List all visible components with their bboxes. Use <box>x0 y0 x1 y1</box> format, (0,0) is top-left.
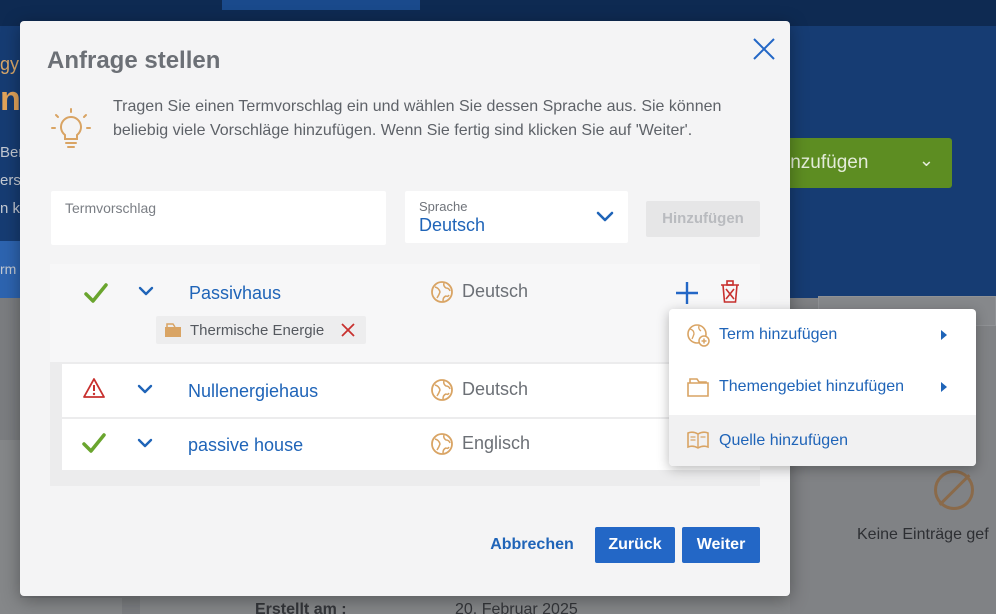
term-list: Passivhaus Deutsch Thermische Energie Nu… <box>50 264 760 486</box>
chevron-down-icon[interactable] <box>138 286 154 298</box>
globe-icon <box>431 379 453 401</box>
term-row: Passivhaus Deutsch Thermische Energie <box>50 264 760 362</box>
dialog-hint-text: Tragen Sie einen Termvorschlag ein und w… <box>113 98 722 139</box>
check-icon <box>82 433 106 453</box>
no-entries-icon <box>934 470 974 510</box>
lightbulb-icon <box>51 108 91 148</box>
folder-icon <box>165 323 181 337</box>
background-created-value: 20. Februar 2025 <box>455 601 578 614</box>
menu-item-label: Term hinzufügen <box>719 326 838 343</box>
language-select[interactable]: Sprache Deutsch <box>405 191 628 243</box>
term-name[interactable]: passive house <box>188 435 303 456</box>
caret-right-icon <box>941 382 947 392</box>
book-source-icon <box>687 431 709 449</box>
term-name[interactable]: Nullenergiehaus <box>188 381 318 402</box>
term-suggestion-input[interactable] <box>65 220 365 238</box>
background-hero-button: rm <box>0 241 22 299</box>
chevron-down-icon[interactable] <box>137 438 153 450</box>
background-left-card <box>0 440 20 600</box>
chevron-down-icon: ⌄ <box>918 150 934 170</box>
background-add-button: inzufügen ⌄ <box>766 138 952 188</box>
background-add-button-label: inzufügen <box>786 152 869 173</box>
menu-item-add-term[interactable]: Term hinzufügen <box>669 309 976 361</box>
term-language: Englisch <box>462 433 531 453</box>
globe-icon <box>431 433 453 455</box>
globe-icon <box>431 281 453 303</box>
warning-icon <box>83 378 105 398</box>
chevron-down-icon <box>596 211 614 222</box>
back-button[interactable]: Zurück <box>595 527 675 563</box>
background-hero-title: n <box>0 80 21 118</box>
caret-right-icon <box>941 330 947 340</box>
background-bottom-left-card <box>0 598 122 614</box>
background-active-tab <box>222 0 420 10</box>
add-term-button[interactable]: Hinzufügen <box>646 201 760 237</box>
background-hero-line-3: n k <box>0 200 21 217</box>
term-language: Deutsch <box>462 281 529 301</box>
subject-area-tag: Thermische Energie <box>156 316 367 344</box>
check-icon <box>84 283 108 303</box>
remove-tag-icon[interactable] <box>340 322 356 338</box>
background-created-label: Erstellt am : <box>255 601 347 614</box>
background-no-entries-text: Keine Einträge gef <box>857 526 989 543</box>
add-options-menu: Term hinzufügen Themengebiet hinzufügen … <box>669 309 976 466</box>
term-row: passive house Englisch <box>62 419 760 470</box>
menu-item-add-subject-area[interactable]: Themengebiet hinzufügen <box>669 361 976 413</box>
menu-item-add-source[interactable]: Quelle hinzufügen <box>669 415 976 466</box>
menu-item-label: Quelle hinzufügen <box>719 432 848 449</box>
plus-icon[interactable] <box>674 280 700 306</box>
chevron-down-icon[interactable] <box>137 384 153 396</box>
term-suggestion-label: Termvorschlag <box>65 200 157 216</box>
term-language: Deutsch <box>462 379 529 399</box>
term-row: Nullenergiehaus Deutsch <box>62 364 760 417</box>
menu-item-label: Themengebiet hinzufügen <box>719 378 905 395</box>
trash-icon[interactable] <box>720 280 740 304</box>
subject-area-label: Thermische Energie <box>190 321 325 339</box>
term-name[interactable]: Passivhaus <box>189 283 281 304</box>
next-button[interactable]: Weiter <box>682 527 760 563</box>
cancel-button[interactable]: Abbrechen <box>480 527 584 563</box>
dialog-title: Anfrage stellen <box>47 47 221 74</box>
folder-icon <box>687 378 709 397</box>
background-hero-subtitle: gy <box>0 54 20 74</box>
globe-plus-icon <box>687 324 710 347</box>
term-suggestion-field[interactable]: Termvorschlag <box>51 191 386 245</box>
close-icon[interactable] <box>750 35 778 63</box>
